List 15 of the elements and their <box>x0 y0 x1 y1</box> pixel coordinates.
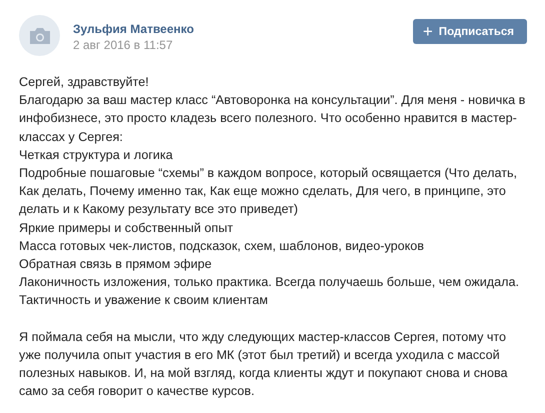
camera-icon <box>28 26 52 44</box>
author-name[interactable]: Зульфия Матвеенко <box>73 22 194 36</box>
post-text: Сергей, здравствуйте! <box>19 74 150 91</box>
post-text: Я поймала себя на мысли, что жду следующих мастер-классов Сергея, потому что уже получила опыт участия в его МК (этот был третий) и всегда уходила с массой полезных навыков. И, на мой взгляд, когда клиенты ждут и покупают снова и снова само за себя говорит о качестве курсов. <box>19 328 508 400</box>
post-text: Четкая структура и логика <box>19 146 174 164</box>
post-date[interactable]: 2 авг 2016 в 11:57 <box>73 38 173 52</box>
post-text: Подробные пошаговые “схемы” в каждом вопросе, который освящается (Что делать, Как делать, Почему именно так, Как еще можно сделать, Для чего, в принципе, это делать и к Какому результату все это приведет) <box>19 165 518 218</box>
post-text: Яркие примеры и собственный опыт <box>19 220 234 237</box>
subscribe-button[interactable]: + Подписаться <box>412 19 527 44</box>
post-text: Благодарю за ваш мастер класс “Автоворонка на консультации”. Для меня - новичка в инфобизнесе, это просто кладезь всего полезного. Что особенно нравится в мастер-классах у Сергея: <box>19 92 526 146</box>
post-text: Тактичность и уважение к своим клиентам <box>19 292 269 310</box>
post-text: Обратная связь в прямом эфире <box>19 256 213 274</box>
avatar-placeholder[interactable] <box>19 15 60 56</box>
post-text: Лаконичность изложения, только практика. Всегда получаешь больше, чем ожидала. <box>19 274 520 292</box>
post-text: Масса готовых чек-листов, подсказок, схем, шаблонов, видео-уроков <box>19 238 425 255</box>
